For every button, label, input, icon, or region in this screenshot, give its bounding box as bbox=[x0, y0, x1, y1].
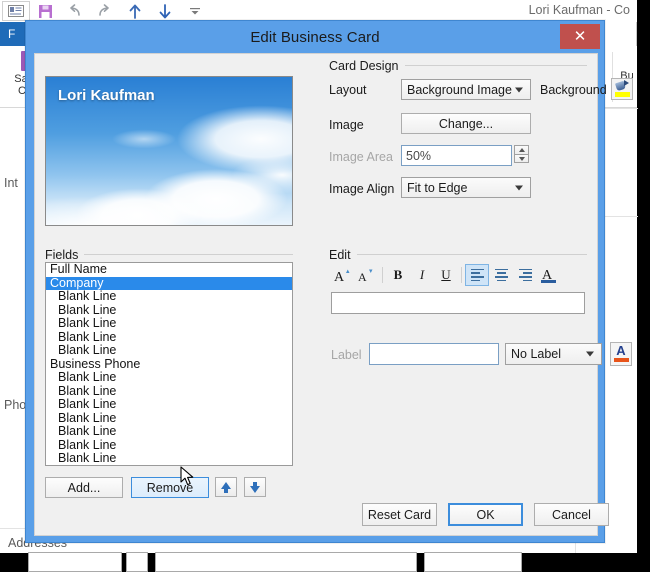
stepper-down-button[interactable] bbox=[514, 154, 529, 163]
svg-text:A: A bbox=[358, 270, 367, 284]
list-item[interactable]: Blank Line bbox=[46, 370, 292, 385]
move-field-up-button[interactable] bbox=[215, 477, 237, 497]
edit-business-card-dialog: Edit Business Card ✕ Lori Kaufman Card D… bbox=[25, 20, 633, 543]
list-item[interactable]: Business Phone bbox=[46, 357, 292, 372]
stepper-up-button[interactable] bbox=[514, 145, 529, 154]
label-font-color-swatch bbox=[613, 358, 629, 362]
toolbar-separator bbox=[382, 267, 383, 283]
image-area-stepper[interactable] bbox=[514, 145, 529, 163]
label-text-input[interactable] bbox=[369, 343, 499, 365]
add-field-button[interactable]: Add... bbox=[45, 477, 123, 498]
italic-icon[interactable]: I bbox=[410, 264, 434, 286]
arrow-down-icon bbox=[250, 481, 260, 493]
list-item[interactable]: Blank Line bbox=[46, 411, 292, 426]
form-label-internet: Int bbox=[4, 176, 18, 190]
label-position-select[interactable]: No Label bbox=[505, 343, 602, 365]
card-full-name-text: Lori Kaufman bbox=[58, 87, 155, 104]
image-area-input[interactable]: 50% bbox=[401, 145, 512, 166]
fields-group-rule bbox=[84, 254, 293, 255]
font-color-icon[interactable]: A bbox=[537, 264, 561, 286]
label-font-color-button[interactable]: A bbox=[610, 342, 632, 366]
align-left-icon[interactable] bbox=[465, 264, 489, 286]
list-item[interactable]: Blank Line bbox=[46, 424, 292, 439]
label-caption: Label bbox=[331, 348, 362, 362]
list-item[interactable]: Blank Line bbox=[46, 289, 292, 304]
background-label: Background bbox=[540, 83, 607, 97]
list-item[interactable]: Blank Line bbox=[46, 303, 292, 318]
underline-icon[interactable]: U bbox=[434, 264, 458, 286]
change-image-button[interactable]: Change... bbox=[401, 113, 531, 134]
ribbon-group-business-card[interactable]: Bu bbox=[617, 48, 637, 82]
move-field-down-button[interactable] bbox=[244, 477, 266, 497]
background-color-button[interactable] bbox=[611, 78, 633, 100]
dialog-client-area: Lori Kaufman Card Design Layout Backgrou… bbox=[34, 53, 633, 536]
background-color-swatch bbox=[614, 92, 630, 97]
fields-group-label: Fields bbox=[45, 248, 84, 262]
list-item[interactable]: Blank Line bbox=[46, 384, 292, 399]
ok-button[interactable]: OK bbox=[448, 503, 523, 526]
background-window-title: Lori Kaufman - Co bbox=[528, 3, 630, 17]
chevron-down-icon bbox=[515, 87, 523, 92]
field-value-input[interactable] bbox=[331, 292, 585, 314]
triangle-up-icon bbox=[518, 148, 525, 152]
card-design-group-rule bbox=[405, 65, 587, 66]
image-align-select-value: Fit to Edge bbox=[407, 180, 468, 195]
chevron-down-icon bbox=[586, 351, 594, 357]
bold-icon[interactable]: B bbox=[386, 264, 410, 286]
increase-font-size-icon[interactable]: A bbox=[331, 264, 355, 286]
dialog-titlebar: Edit Business Card ✕ bbox=[26, 21, 604, 53]
list-item[interactable]: Blank Line bbox=[46, 330, 292, 345]
list-item[interactable]: Blank Line bbox=[46, 397, 292, 412]
list-item[interactable]: Company bbox=[46, 276, 292, 290]
next-item-icon[interactable] bbox=[150, 0, 180, 22]
edit-group-label: Edit bbox=[329, 248, 356, 262]
font-color-icon: A bbox=[616, 343, 626, 358]
label-position-value: No Label bbox=[511, 347, 562, 361]
chevron-down-icon bbox=[515, 185, 523, 190]
layout-select-value: Background Image bbox=[407, 82, 512, 97]
decrease-font-size-icon[interactable]: A bbox=[355, 264, 379, 286]
redo-icon[interactable] bbox=[90, 0, 120, 22]
layout-label: Layout bbox=[329, 83, 367, 97]
edit-group-rule bbox=[357, 254, 587, 255]
image-area-label: Image Area bbox=[329, 150, 393, 164]
contact-card-icon[interactable] bbox=[2, 1, 30, 21]
arrow-up-icon bbox=[221, 481, 231, 493]
svg-text:A: A bbox=[334, 270, 345, 284]
list-item[interactable]: Full Name bbox=[46, 263, 292, 277]
card-design-group-label: Card Design bbox=[329, 59, 404, 73]
business-card-preview[interactable]: Lori Kaufman bbox=[45, 76, 293, 226]
address-field-1[interactable] bbox=[28, 552, 122, 572]
image-label: Image bbox=[329, 118, 364, 132]
image-align-label: Image Align bbox=[329, 182, 395, 196]
save-icon[interactable] bbox=[30, 0, 60, 22]
form-label-phone: Pho bbox=[4, 398, 27, 412]
fields-listbox[interactable]: Full Name Company Blank Line Blank Line Blan… bbox=[45, 262, 293, 466]
list-item[interactable]: Blank Line bbox=[46, 316, 292, 331]
layout-select[interactable]: Background Image bbox=[401, 79, 531, 100]
align-right-icon[interactable] bbox=[513, 264, 537, 286]
list-item[interactable]: Blank Line bbox=[46, 343, 292, 358]
remove-field-button[interactable]: Remove bbox=[131, 477, 209, 498]
close-icon[interactable]: ✕ bbox=[560, 24, 600, 49]
cancel-button[interactable]: Cancel bbox=[534, 503, 609, 526]
list-item[interactable]: Blank Line bbox=[46, 438, 292, 453]
previous-item-icon[interactable] bbox=[120, 0, 150, 22]
address-field-4[interactable] bbox=[424, 552, 522, 572]
triangle-down-icon bbox=[518, 156, 525, 161]
align-center-icon[interactable] bbox=[489, 264, 513, 286]
dialog-title: Edit Business Card bbox=[250, 28, 380, 46]
customize-qat-icon[interactable] bbox=[180, 0, 210, 22]
edit-format-toolbar: A A B I U A bbox=[331, 264, 561, 286]
address-field-2[interactable] bbox=[126, 552, 148, 572]
undo-icon[interactable] bbox=[60, 0, 90, 22]
list-item[interactable]: Blank Line bbox=[46, 451, 292, 465]
toolbar-separator bbox=[461, 267, 462, 283]
reset-card-button[interactable]: Reset Card bbox=[362, 503, 437, 526]
address-field-3[interactable] bbox=[155, 552, 417, 572]
paint-bucket-icon bbox=[615, 80, 629, 92]
image-align-select[interactable]: Fit to Edge bbox=[401, 177, 531, 198]
